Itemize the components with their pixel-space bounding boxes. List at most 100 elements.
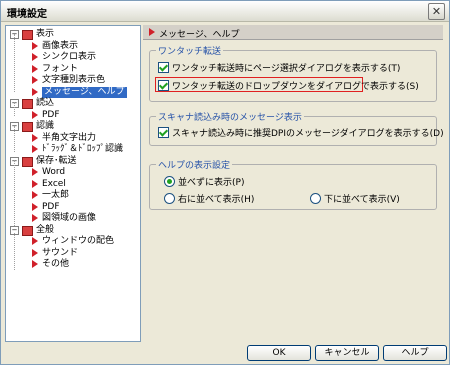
tree-item-10[interactable]: ﾄﾞﾗｯｸﾞ＆ﾄﾞﾛｯﾌﾟ認識 [6, 144, 138, 155]
group-scanner-message-legend: スキャナ読込み時のメッセージ表示 [156, 110, 304, 123]
arrow-icon [32, 145, 38, 153]
tree-item-18[interactable]: ウィンドウの配色 [6, 236, 138, 247]
arrow-icon [149, 28, 155, 36]
checkbox-checked-icon [158, 127, 169, 138]
tree-item-13[interactable]: Excel [6, 179, 138, 190]
arrow-icon [32, 53, 38, 61]
tree-connector-line [14, 102, 15, 116]
folder-icon [22, 225, 33, 236]
tree-connector-line [14, 126, 15, 152]
group-scanner-message: スキャナ読込み時のメッセージ表示 スキャナ読込み時に推奨DPIのメッセージダイア… [149, 110, 444, 146]
tree-item-16[interactable]: 図領域の画像 [6, 213, 138, 224]
ok-button[interactable]: OK [247, 345, 311, 361]
tree-connector-line [14, 160, 15, 226]
radio-unselected-icon [310, 193, 321, 204]
tree-category-label: 読込 [36, 98, 55, 108]
tree-item-label: サウンド [42, 247, 79, 258]
tree-item-label: 図領域の画像 [42, 213, 97, 223]
radio-arrange-right[interactable]: 右に並べて表示(H) [164, 192, 254, 205]
tree-item-label: Excel [42, 178, 66, 189]
tree-item-20[interactable]: その他 [6, 259, 138, 270]
radio-arrange-right-label: 右に並べて表示(H) [178, 195, 255, 205]
radio-no-arrange-label: 並べずに表示(P) [178, 178, 245, 188]
tree-category-6[interactable]: − 読込 [6, 98, 138, 109]
tree-item-label: PDF [42, 109, 60, 120]
radio-unselected-icon [164, 193, 175, 204]
checkbox-dropdown-dialog[interactable]: ワンタッチ転送のドロップダウンをダイアログで表示する(S) [158, 79, 419, 92]
group-help-display-legend: ヘルプの表示設定 [156, 158, 233, 171]
tree-category-label: 保存･転送 [36, 155, 77, 166]
arrow-icon [32, 237, 38, 245]
tree-item-label: ﾄﾞﾗｯｸﾞ＆ﾄﾞﾛｯﾌﾟ認識 [42, 144, 124, 154]
tree-item-15[interactable]: PDF [6, 202, 138, 213]
tree-item-4[interactable]: 文字種別表示色 [6, 75, 138, 86]
settings-tree: − 表示 画像表示 シンクロ表示 フォント 文字種別表示色 メッセージ、ヘルプ − 読込 PDF −… [5, 25, 141, 342]
arrow-icon [32, 64, 38, 73]
group-one-touch: ワンタッチ転送 ワンタッチ転送時にページ選択ダイアログを表示する(T) ワンタッ… [149, 44, 437, 102]
arrow-icon [32, 41, 38, 50]
tree-connector-line [14, 233, 15, 270]
checkbox-checked-icon [158, 80, 169, 91]
title-bar: 環境設定 ✕ [1, 1, 449, 22]
checkbox-page-select-label: ワンタッチ転送時にページ選択ダイアログを表示する(T) [172, 64, 401, 74]
tree-item-1[interactable]: 画像表示 [6, 41, 138, 52]
tree-connector-line [14, 34, 15, 92]
tree-item-label: 半角文字出力 [42, 132, 97, 143]
tree-item-label: シンクロ表示 [42, 52, 97, 62]
folder-icon [22, 99, 33, 109]
tree-item-5[interactable]: メッセージ、ヘルプ [6, 86, 138, 98]
tree-item-label: Word [42, 167, 66, 177]
window-title: 環境設定 [7, 9, 47, 20]
panel-content: ワンタッチ転送 ワンタッチ転送時にページ選択ダイアログを表示する(T) ワンタッ… [143, 40, 444, 340]
arrow-icon [32, 260, 38, 268]
tree-item-7[interactable]: PDF [6, 110, 138, 121]
folder-icon [22, 122, 33, 132]
tree-item-label: PDF [42, 201, 60, 212]
arrow-icon [32, 191, 38, 199]
tree-item-label: その他 [42, 259, 70, 269]
checkbox-page-select[interactable]: ワンタッチ転送時にページ選択ダイアログを表示する(T) [158, 61, 400, 74]
tree-item-19[interactable]: サウンド [6, 248, 138, 259]
radio-arrange-bottom[interactable]: 下に並べて表示(V) [310, 192, 400, 205]
cancel-button[interactable]: キャンセル [315, 345, 379, 361]
group-help-display: ヘルプの表示設定 並べずに表示(P) 右に並べて表示(H) 下に並べて表示(V) [149, 158, 437, 210]
tree-category-label: 全般 [36, 224, 55, 235]
tree-item-12[interactable]: Word [6, 167, 138, 178]
tree-item-2[interactable]: シンクロ表示 [6, 52, 138, 63]
radio-arrange-bottom-label: 下に並べて表示(V) [324, 195, 400, 205]
arrow-icon [32, 179, 38, 188]
tree-item-3[interactable]: フォント [6, 64, 138, 75]
tree-category-label: 表示 [36, 29, 55, 39]
checkbox-recommended-dpi[interactable]: スキャナ読込み時に推奨DPIのメッセージダイアログを表示する(D) [158, 126, 444, 139]
tree-category-label: 認識 [36, 121, 55, 131]
tree-category-11[interactable]: − 保存･転送 [6, 156, 138, 167]
radio-selected-icon [164, 176, 175, 187]
tree-item-9[interactable]: 半角文字出力 [6, 133, 138, 144]
checkbox-checked-icon [158, 62, 169, 73]
checkbox-dropdown-dialog-label: ワンタッチ転送のドロップダウンをダイアログで表示する(S) [172, 82, 419, 92]
checkbox-recommended-dpi-label: スキャナ読込み時に推奨DPIのメッセージダイアログを表示する(D) [172, 129, 444, 139]
tree-category-8[interactable]: − 認識 [6, 121, 138, 132]
panel-header-title: メッセージ、ヘルプ [159, 30, 240, 40]
tree-item-label: ウィンドウの配色 [42, 236, 115, 246]
tree-item-label: フォント [42, 63, 79, 74]
arrow-icon [32, 76, 38, 84]
folder-icon [22, 30, 33, 40]
radio-no-arrange[interactable]: 並べずに表示(P) [164, 175, 244, 188]
arrow-icon [32, 87, 38, 96]
help-button[interactable]: ヘルプ [383, 345, 447, 361]
panel-header: メッセージ、ヘルプ [143, 25, 443, 40]
tree-category-0[interactable]: − 表示 [6, 29, 138, 40]
arrow-icon [32, 110, 38, 119]
settings-dialog: 環境設定 ✕ − 表示 画像表示 シンクロ表示 フォント 文字種別表示色 メッセージ、ヘルプ… [0, 0, 450, 365]
group-one-touch-legend: ワンタッチ転送 [156, 44, 224, 57]
tree-category-17[interactable]: − 全般 [6, 225, 138, 236]
arrow-icon [32, 214, 38, 222]
arrow-icon [32, 202, 38, 211]
tree-item-label: 画像表示 [42, 40, 79, 51]
close-icon: ✕ [431, 5, 442, 18]
tree-item-14[interactable]: 一太郎 [6, 190, 138, 201]
close-button[interactable]: ✕ [428, 3, 445, 20]
tree-item-label: 文字種別表示色 [42, 75, 106, 85]
arrow-icon [32, 168, 38, 176]
